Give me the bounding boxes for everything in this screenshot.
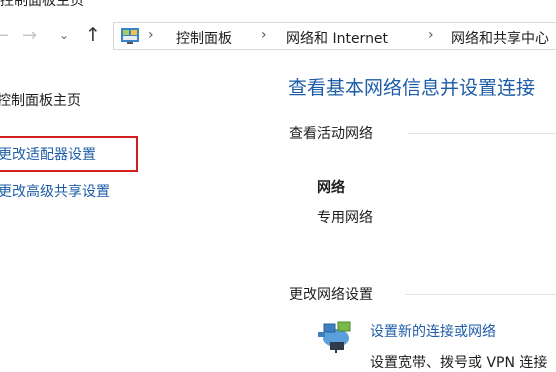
section-divider — [405, 294, 556, 295]
active-networks-heading: 查看活动网络 — [289, 126, 373, 142]
breadcrumb-separator: › — [261, 27, 267, 43]
setup-new-connection-description: 设置宽带、拨号或 VPN 连接 — [370, 355, 548, 371]
breadcrumb-control-panel[interactable]: 控制面板 — [176, 28, 232, 48]
network-type: 专用网络 — [317, 210, 373, 226]
change-network-settings-heading: 更改网络设置 — [289, 287, 373, 303]
address-bar[interactable]: › 控制面板 › 网络和 Internet › 网络和共享中心 — [113, 22, 556, 50]
setup-new-connection-link[interactable]: 设置新的连接或网络 — [370, 321, 496, 341]
back-button[interactable]: ← — [0, 27, 9, 45]
sidebar-item-change-adapter-settings[interactable]: 更改适配器设置 — [0, 144, 96, 164]
breadcrumb-separator: › — [428, 27, 434, 43]
window-title: 控制面板主页 — [0, 0, 84, 9]
breadcrumb-separator: › — [148, 27, 154, 43]
forward-button[interactable]: → — [22, 27, 37, 45]
section-divider — [408, 133, 556, 134]
breadcrumb-network-sharing-center[interactable]: 网络和共享中心 — [451, 28, 549, 48]
recent-locations-dropdown-icon[interactable]: ⌄ — [59, 26, 69, 44]
control-panel-icon — [121, 28, 139, 44]
page-title: 查看基本网络信息并设置连接 — [288, 77, 536, 99]
network-name: 网络 — [317, 180, 345, 196]
sidebar-item-control-panel-home[interactable]: 控制面板主页 — [0, 90, 81, 110]
up-button[interactable]: ↑ — [85, 26, 101, 45]
sidebar-item-change-advanced-sharing[interactable]: 更改高级共享设置 — [0, 181, 110, 201]
breadcrumb-network-internet[interactable]: 网络和 Internet — [286, 28, 388, 48]
network-setup-icon — [318, 321, 351, 353]
